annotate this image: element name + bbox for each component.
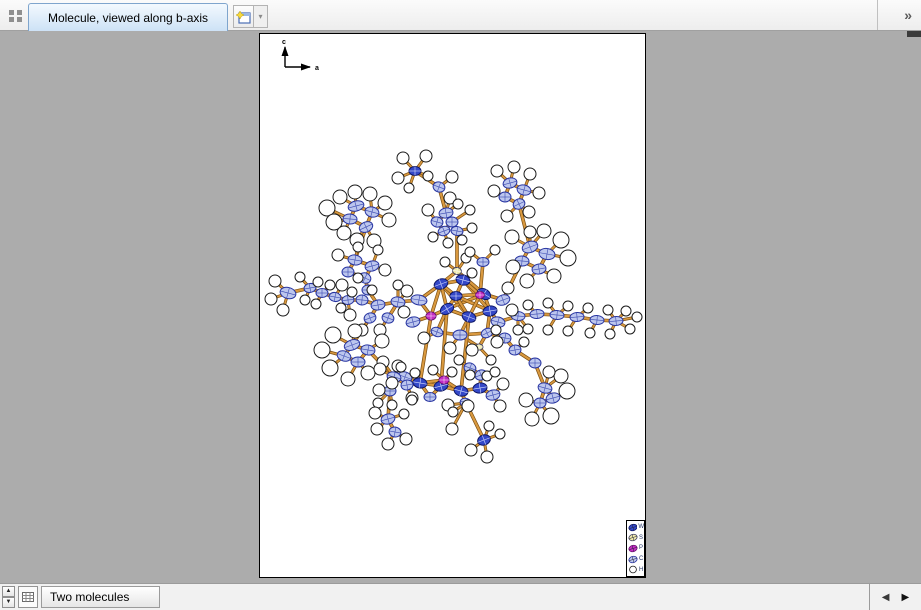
viewport: c a WSPCH: [0, 31, 921, 583]
legend-label: S: [639, 535, 643, 541]
legend-w-atom-icon: [628, 523, 637, 532]
new-window-icon: [236, 10, 251, 24]
axis-c-label: c: [282, 39, 286, 46]
dock-corner: [907, 31, 921, 37]
legend-label: P: [639, 545, 643, 551]
legend-s-atom-icon: [628, 533, 638, 542]
axis-a-label: a: [315, 65, 319, 72]
new-view-button[interactable]: [233, 5, 254, 28]
view-list-button[interactable]: [18, 586, 38, 608]
view-spinner: ▲ ▼: [2, 586, 15, 608]
status-bar: ▲ ▼ Two molecules ◀ ▶: [0, 583, 921, 610]
new-view-dropdown-button[interactable]: ▾: [254, 5, 268, 28]
next-view-button[interactable]: ▶: [902, 592, 910, 603]
view-name-tab[interactable]: Two molecules: [41, 586, 160, 608]
dropdown-arrow-icon: ▾: [258, 12, 262, 21]
tab-molecule-view[interactable]: Molecule, viewed along b-axis: [28, 3, 228, 31]
tab-strip: Molecule, viewed along b-axis ▾ »: [0, 0, 921, 31]
spinner-down-button[interactable]: ▼: [2, 597, 15, 608]
legend-p-atom-icon: [628, 544, 638, 553]
legend-c-atom-icon: [628, 555, 638, 564]
view-name-label: Two molecules: [50, 590, 129, 604]
legend-label: C: [639, 556, 643, 562]
tab-overflow-button[interactable]: »: [877, 0, 921, 30]
legend-row: W: [628, 522, 644, 532]
prev-view-button[interactable]: ◀: [882, 592, 890, 603]
tab-list-grid-icon: [9, 10, 22, 22]
legend-row: P: [628, 543, 644, 553]
view-nav: ◀ ▶: [869, 584, 921, 610]
legend-label: H: [639, 567, 643, 573]
legend-row: C: [628, 554, 644, 564]
triangle-up-icon: ▲: [6, 588, 12, 594]
legend-h-atom-icon: [628, 565, 638, 574]
legend: WSPCH: [626, 520, 645, 577]
table-grid-icon: [22, 592, 34, 602]
chevron-right-double-icon: »: [904, 7, 912, 23]
triangle-down-icon: ▼: [6, 599, 12, 605]
molecule-drawing: [260, 34, 645, 577]
spinner-up-button[interactable]: ▲: [2, 586, 15, 597]
legend-label: W: [638, 524, 644, 530]
tab-list-button[interactable]: [6, 8, 24, 24]
tab-label: Molecule, viewed along b-axis: [48, 11, 208, 25]
axis-indicator: c a: [270, 37, 325, 79]
new-view-split-button: ▾: [233, 5, 268, 28]
diagram-page[interactable]: c a WSPCH: [259, 33, 646, 578]
legend-row: S: [628, 533, 644, 543]
legend-row: H: [628, 565, 644, 575]
